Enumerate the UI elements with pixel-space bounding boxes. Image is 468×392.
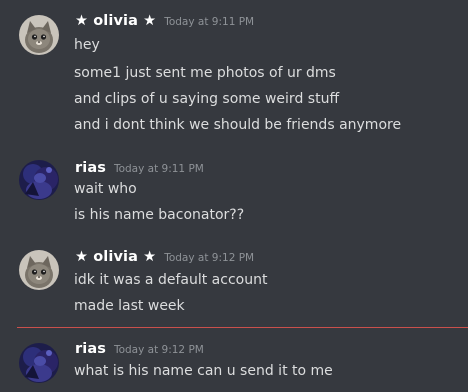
username[interactable]: ★ olivia ★	[75, 249, 156, 265]
message-header: rias Today at 9:11 PM	[75, 160, 204, 180]
message-header: rias Today at 9:12 PM	[75, 341, 204, 361]
message-header: ★ olivia ★ Today at 9:12 PM	[75, 249, 254, 269]
username[interactable]: rias	[75, 341, 106, 357]
message-text: idk it was a default account	[74, 272, 268, 288]
timestamp: Today at 9:11 PM	[113, 163, 204, 175]
message-header: ★ olivia ★ Today at 9:11 PM	[75, 13, 254, 33]
timestamp: Today at 9:12 PM	[113, 344, 204, 356]
message-text: what is his name can u send it to me	[74, 363, 333, 379]
cat-avatar[interactable]	[19, 15, 59, 55]
message-text: is his name baconator??	[74, 207, 245, 223]
timestamp: Today at 9:12 PM	[164, 252, 255, 264]
message-text: and clips of u saying some weird stuff	[74, 91, 340, 107]
message-text: wait who	[74, 181, 137, 197]
message-text: hey	[74, 37, 100, 53]
timestamp: Today at 9:11 PM	[164, 16, 255, 28]
username[interactable]: rias	[75, 160, 106, 176]
new-messages-divider	[17, 327, 468, 328]
message-text: made last week	[74, 298, 185, 314]
anime-avatar[interactable]	[19, 160, 59, 200]
username[interactable]: ★ olivia ★	[75, 13, 156, 29]
anime-avatar[interactable]	[19, 343, 59, 383]
chat-message-list: ★ olivia ★ Today at 9:11 PM hey some1 ju…	[0, 0, 468, 392]
cat-avatar[interactable]	[19, 250, 59, 290]
message-text: some1 just sent me photos of ur dms	[74, 65, 336, 81]
message-text: and i dont think we should be friends an…	[74, 117, 402, 133]
